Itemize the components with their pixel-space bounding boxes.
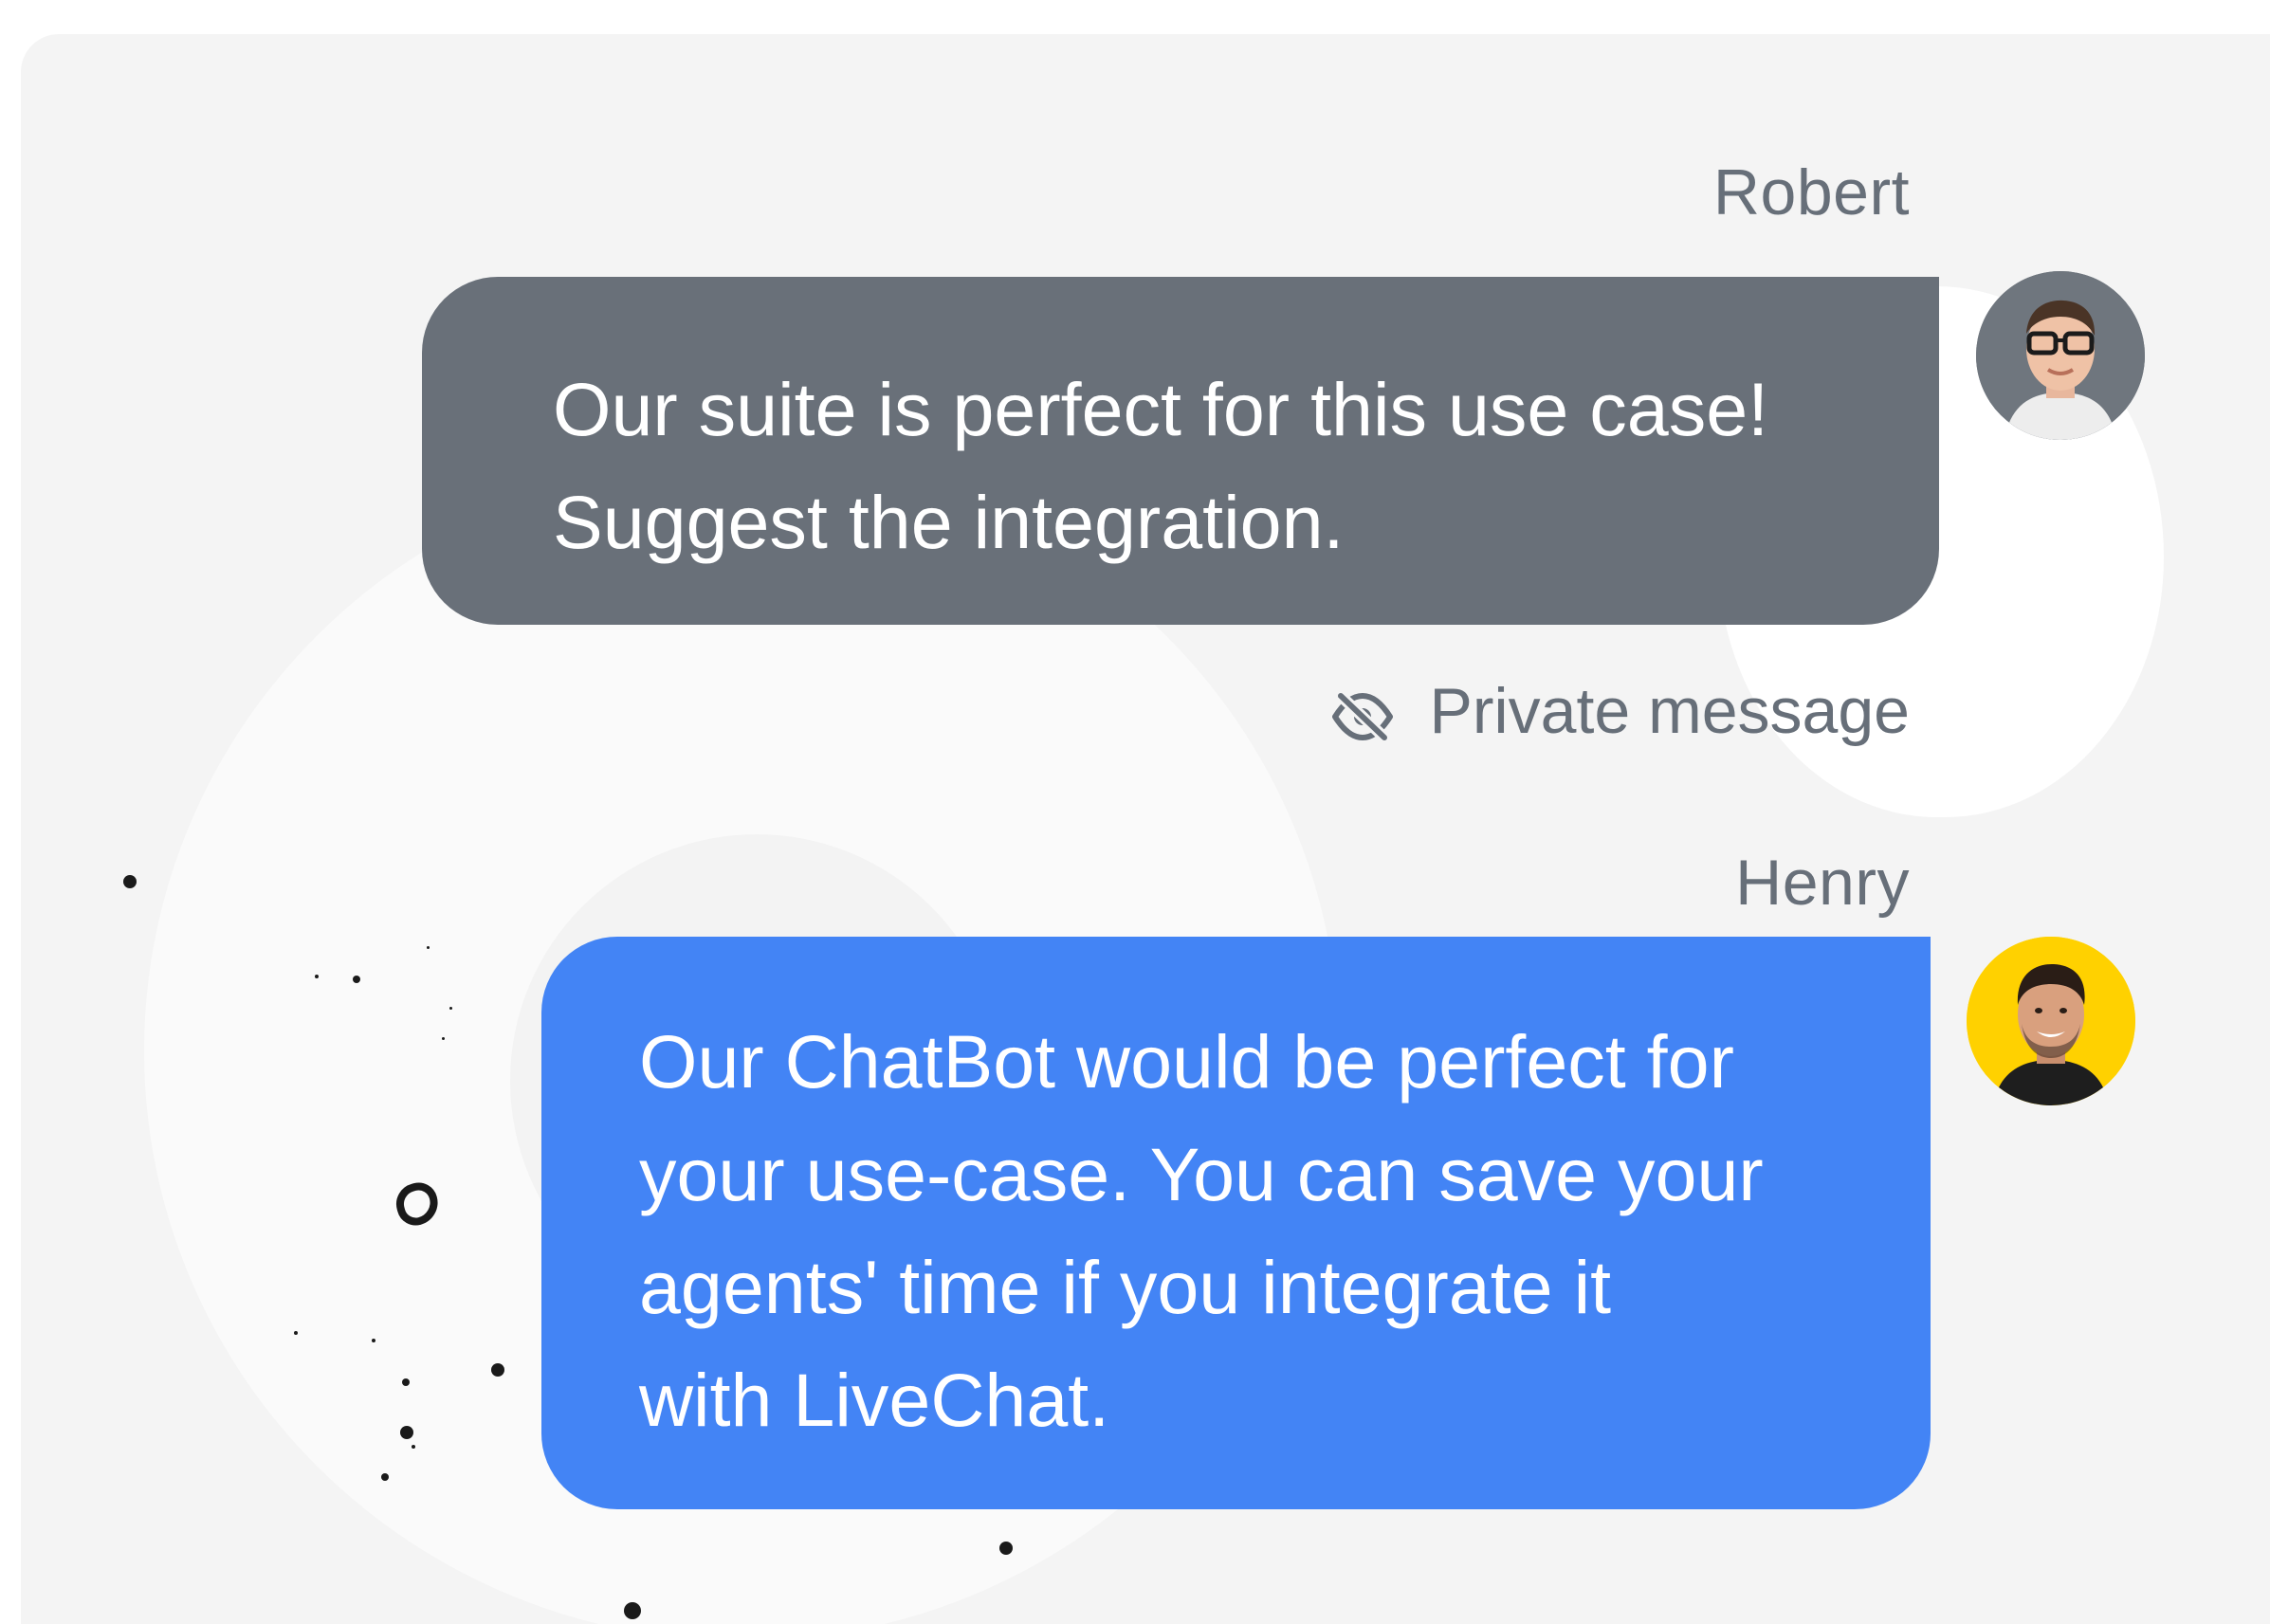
- decor-dot: [449, 1007, 452, 1010]
- decor-dot: [400, 1426, 413, 1439]
- avatar-robert-image: [1976, 271, 2145, 440]
- decor-dot: [624, 1602, 641, 1619]
- decor-dot: [402, 1378, 410, 1386]
- decor-dot: [442, 1037, 445, 1040]
- decor-dot: [427, 946, 430, 949]
- message-bubble-private: Our suite is perfect for this use case! …: [422, 277, 1939, 625]
- avatar-henry-image: [1967, 937, 2135, 1105]
- decor-dot: [294, 1331, 298, 1335]
- message-text: Our ChatBot would be perfect for your us…: [639, 1019, 1764, 1442]
- message-bubble: Our ChatBot would be perfect for your us…: [541, 937, 1931, 1509]
- decor-dot: [491, 1363, 504, 1377]
- decor-dot: [381, 1473, 389, 1481]
- message-text: Our suite is perfect for this use case! …: [553, 367, 1769, 564]
- message-author: Henry: [1735, 847, 1910, 919]
- decor-dot: [999, 1542, 1013, 1555]
- decor-dot: [412, 1445, 415, 1449]
- decor-dot: [353, 976, 360, 983]
- decor-dot: [372, 1339, 375, 1342]
- private-message-indicator: Private message: [1331, 674, 1910, 748]
- avatar: [1976, 271, 2145, 440]
- message-author: Robert: [1712, 156, 1910, 228]
- chat-panel: Robert Our suite is perfect for this use…: [21, 34, 2270, 1624]
- eye-off-icon: [1331, 684, 1394, 742]
- private-message-label: Private message: [1429, 675, 1910, 747]
- avatar: [1967, 937, 2135, 1105]
- decor-dot: [123, 875, 137, 888]
- decor-dot: [315, 975, 319, 978]
